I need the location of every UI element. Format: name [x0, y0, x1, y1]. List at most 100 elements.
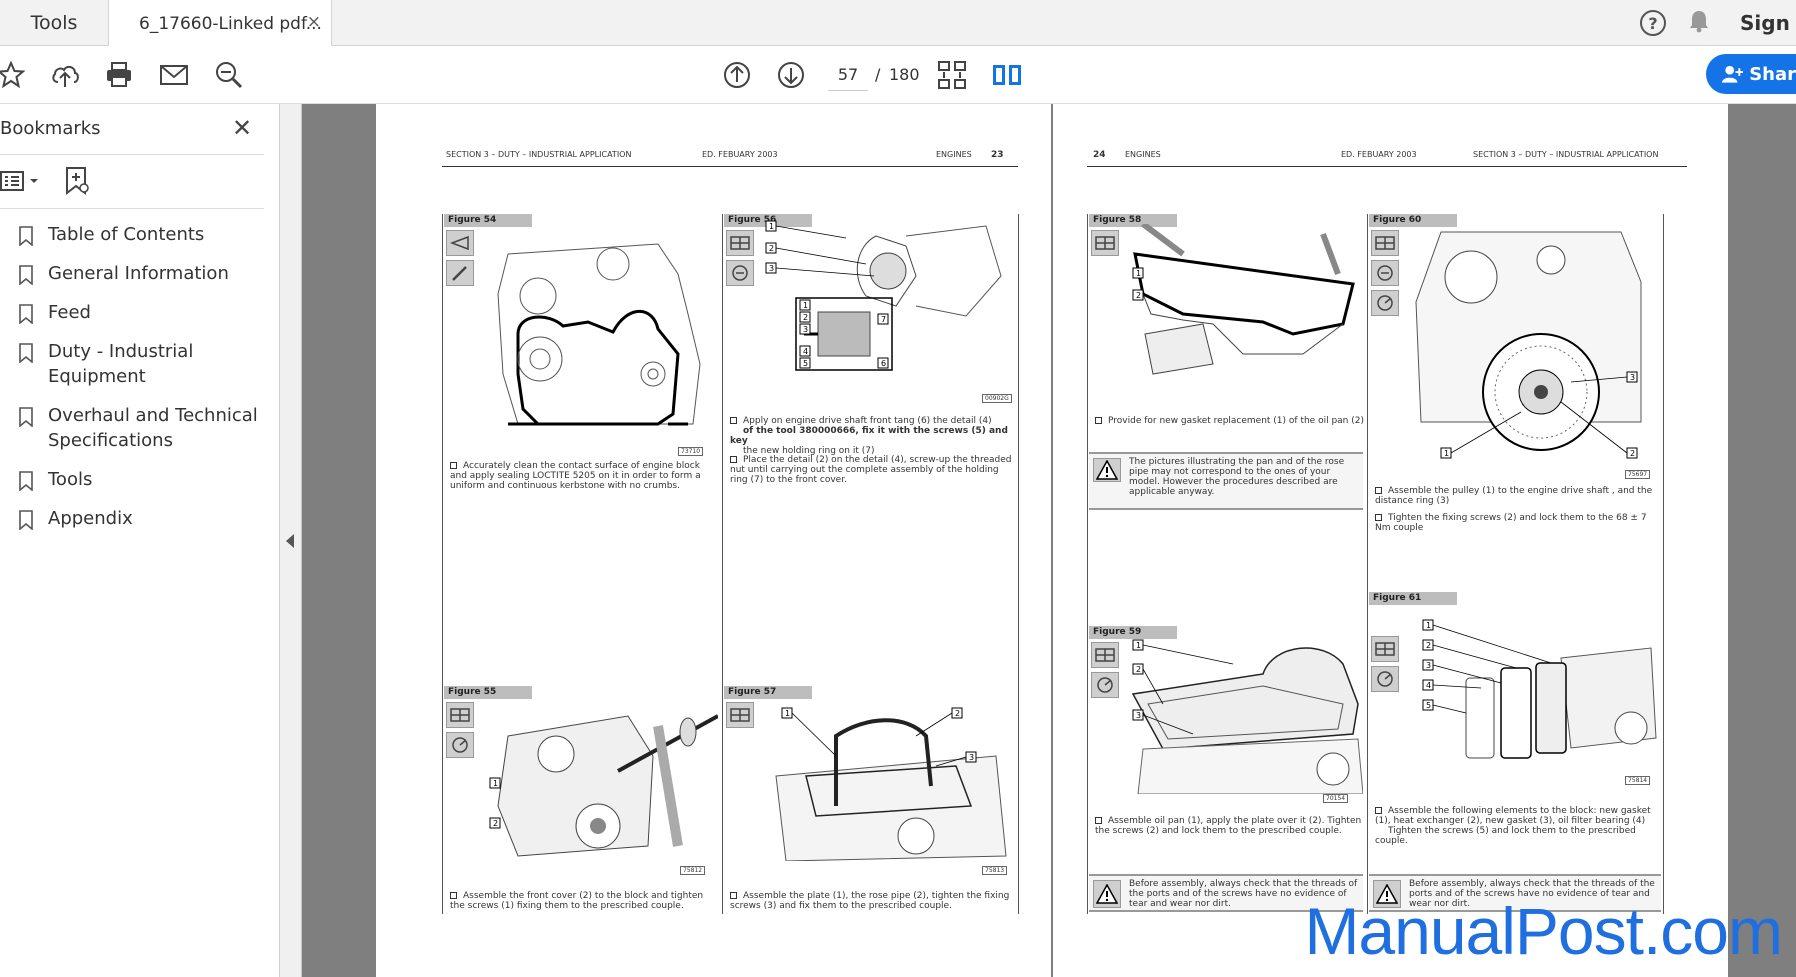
bookmark-item[interactable]: Feed	[0, 300, 276, 325]
figure-label: Figure 61	[1369, 592, 1457, 605]
bookmarks-panel: Bookmarks ✕ Table of Contents General In…	[0, 104, 280, 977]
page-header-section: SECTION 3 – DUTY – INDUSTRIAL APPLICATIO…	[446, 150, 632, 159]
add-bookmark-icon[interactable]	[64, 166, 90, 200]
svg-text:5: 5	[803, 359, 808, 368]
svg-text:3: 3	[769, 264, 774, 273]
document-canvas[interactable]: SECTION 3 – DUTY – INDUSTRIAL APPLICATIO…	[302, 104, 1796, 977]
figure-56-drawing: 1 2 3 1 2 3 4 5 7 6	[756, 216, 1016, 376]
warning-icon	[1093, 458, 1121, 482]
assembly-icon	[726, 230, 754, 256]
checkbox-icon	[730, 892, 737, 899]
bookmark-icon	[19, 471, 33, 498]
figure-code: 75813	[982, 866, 1008, 875]
bookmark-item[interactable]: Tools	[0, 467, 276, 492]
assembly-icon	[1371, 230, 1399, 256]
checkbox-icon	[450, 892, 457, 899]
sign-button[interactable]: Sign	[1740, 11, 1796, 35]
svg-text:1: 1	[1444, 449, 1449, 458]
add-person-icon	[1722, 65, 1744, 83]
canvas-margin	[1728, 104, 1796, 977]
tab-document-title: 6_17660-Linked pdf...	[139, 13, 322, 34]
previous-page-icon[interactable]	[720, 58, 754, 92]
divider	[0, 154, 264, 155]
warning-text: The pictures illustrating the pan and of…	[1129, 457, 1345, 497]
share-label: Shar	[1749, 63, 1796, 85]
bookmark-item[interactable]: Overhaul and Technical Specifications	[0, 403, 276, 453]
svg-text:2: 2	[955, 709, 960, 718]
torque-icon	[1371, 290, 1399, 316]
bookmarks-title: Bookmarks	[0, 118, 101, 139]
checkbox-icon	[1375, 807, 1382, 814]
svg-text:5: 5	[1426, 701, 1431, 710]
pdf-page-right: 24 ENGINES ED. FEBUARY 2003 SECTION 3 – …	[1053, 104, 1728, 977]
svg-text:1: 1	[1136, 269, 1141, 278]
caption-text: Apply on engine drive shaft front tang (…	[743, 416, 992, 426]
bookmark-label: Tools	[48, 469, 93, 490]
upload-cloud-icon[interactable]	[48, 58, 82, 92]
bookmark-label: Table of Contents	[48, 224, 205, 245]
page-header-edition: ED. FEBUARY 2003	[1341, 150, 1417, 159]
figure-code: 73710	[678, 447, 704, 456]
assembly-icon	[1091, 642, 1119, 668]
figure-54-drawing	[478, 234, 718, 434]
panel-collapse-handle[interactable]	[280, 104, 302, 977]
svg-text:2: 2	[493, 819, 498, 828]
star-icon[interactable]	[0, 58, 28, 92]
bookmark-item[interactable]: Duty - Industrial Equipment	[0, 339, 276, 389]
email-icon[interactable]	[157, 58, 191, 92]
bookmark-label: Feed	[48, 302, 91, 323]
checkbox-icon	[450, 462, 457, 469]
figure-56-caption-2: Place the detail (2) on the detail (4), …	[730, 455, 1014, 485]
tab-close-button[interactable]: ×	[307, 12, 321, 32]
bell-icon[interactable]	[1688, 9, 1710, 37]
next-page-icon[interactable]	[774, 58, 808, 92]
caption-text: Accurately clean the contact surface of …	[450, 461, 701, 491]
tab-document[interactable]: 6_17660-Linked pdf... ×	[108, 0, 332, 47]
figure-56-caption-1: Apply on engine drive shaft front tang (…	[730, 416, 1014, 456]
print-icon[interactable]	[102, 58, 136, 92]
torque-icon	[1371, 666, 1399, 692]
share-button[interactable]: Shar	[1706, 54, 1796, 94]
tab-tools[interactable]: Tools	[0, 0, 108, 46]
search-icon[interactable]	[212, 58, 246, 92]
svg-text:3: 3	[969, 753, 974, 762]
bookmark-options-icon[interactable]	[0, 170, 42, 196]
svg-text:1: 1	[803, 301, 808, 310]
tab-bar: Tools 6_17660-Linked pdf... × ? Sign	[0, 0, 1796, 47]
bookmark-label: Duty - Industrial Equipment	[48, 341, 194, 387]
column-rule	[1018, 214, 1019, 914]
svg-text:4: 4	[1426, 681, 1431, 690]
caption-text-bold: of the tool 380000666, fix it with the s…	[730, 426, 1008, 446]
help-icon[interactable]: ?	[1640, 10, 1666, 36]
tool-icon	[1371, 260, 1399, 286]
page-header-engines: ENGINES	[936, 150, 972, 159]
caption-text: Assemble the front cover (2) to the bloc…	[450, 891, 704, 911]
tool-icon	[726, 260, 754, 286]
header-rule	[442, 166, 1018, 167]
bookmark-item[interactable]: General Information	[0, 261, 276, 286]
bookmark-label: General Information	[48, 263, 229, 284]
page-header-number: 23	[991, 150, 1004, 160]
bookmark-icon	[19, 407, 33, 434]
bookmark-item[interactable]: Table of Contents	[0, 222, 276, 247]
assembly-icon	[1371, 636, 1399, 662]
bookmark-icon	[19, 226, 33, 253]
caption-text: Place the detail (2) on the detail (4), …	[730, 455, 1012, 485]
assembly-icon	[726, 702, 754, 728]
checkbox-icon	[730, 417, 737, 424]
bookmark-item[interactable]: Appendix	[0, 506, 276, 531]
svg-text:2: 2	[1426, 641, 1431, 650]
bookmark-label: Overhaul and Technical Specifications	[48, 405, 258, 451]
checkbox-icon	[1095, 417, 1102, 424]
page-number-input[interactable]: 57	[828, 59, 868, 91]
svg-text:7: 7	[881, 315, 886, 324]
figure-55-drawing: 1 2	[478, 696, 719, 861]
figure-code: 70154	[1323, 794, 1349, 803]
svg-text:1: 1	[1136, 641, 1141, 650]
bookmark-icon	[19, 265, 33, 292]
two-page-view-icon[interactable]	[990, 58, 1024, 92]
scroll-mode-icon[interactable]	[935, 58, 969, 92]
caption-text: Assemble the plate (1), the rose pipe (2…	[730, 891, 1010, 911]
svg-text:1: 1	[493, 779, 498, 788]
close-panel-button[interactable]: ✕	[232, 114, 252, 142]
